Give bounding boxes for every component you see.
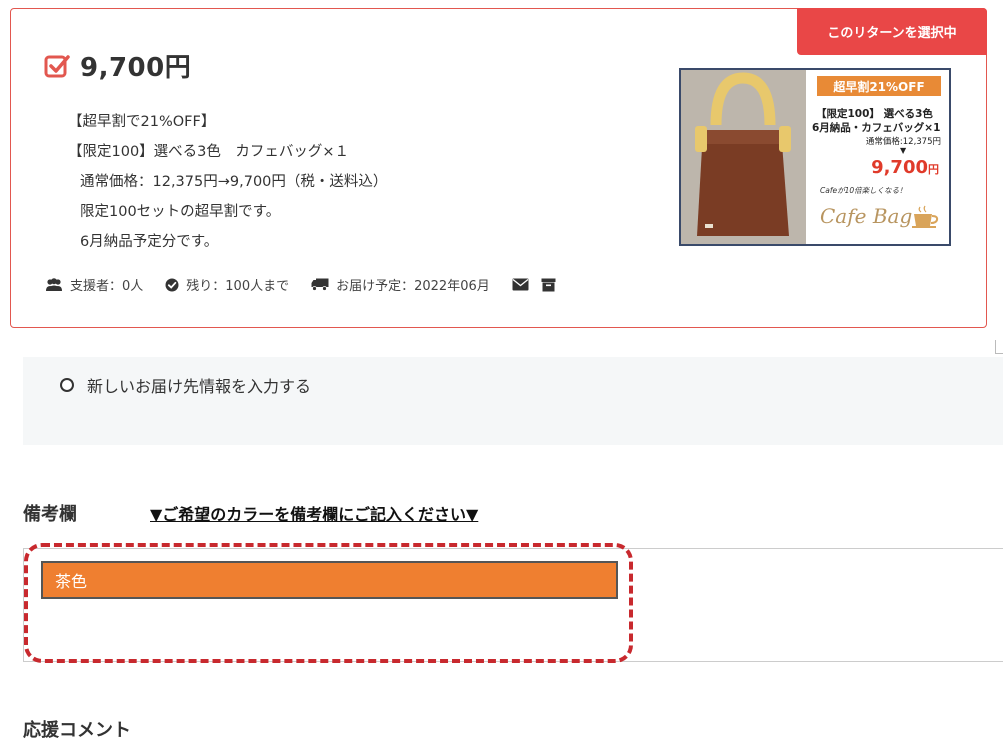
new-address-label: 新しいお届け先情報を入力する — [87, 377, 312, 396]
new-address-radio[interactable] — [60, 378, 74, 392]
image-price-value: 9,700 — [871, 157, 928, 178]
reward-price: 9,700円 — [80, 53, 192, 83]
delivery-date: お届け予定：2022年06月 — [311, 275, 490, 294]
image-price: 9,700円 — [871, 157, 939, 178]
desc-line-5: 6月納品予定分です。 — [80, 234, 219, 250]
coffee-cup-icon — [912, 205, 939, 228]
envelope-button[interactable] — [512, 278, 529, 291]
check-square-icon — [44, 54, 70, 77]
selected-reward-badge[interactable]: このリターンを選択中 — [797, 8, 987, 55]
reward-card[interactable]: このリターンを選択中 9,700円 【超早割で21%OFF】 【限定100】選べ… — [10, 8, 987, 328]
remarks-note: ▼ご希望のカラーを備考欄にご記入ください▼ — [150, 505, 479, 524]
truck-icon — [311, 278, 329, 291]
cafe-bag-illustration — [681, 70, 806, 244]
bag-photo — [681, 70, 806, 244]
desc-line-1: 【超早割で21%OFF】 — [68, 114, 216, 130]
price-row: 9,700円 — [44, 47, 191, 84]
reward-meta: 支援者：0人 残り：100人まで お届け予定：2022年06月 — [45, 275, 568, 294]
remaining-text: 残り：100人まで — [186, 279, 290, 294]
users-icon — [46, 277, 62, 291]
page: このリターンを選択中 9,700円 【超早割で21%OFF】 【限定100】選べ… — [0, 0, 1003, 743]
supporters-count: 支援者：0人 — [45, 275, 143, 294]
archive-icon — [541, 278, 556, 291]
image-tagline: Cafeが10倍楽しくなる！ — [820, 186, 907, 195]
image-arrow: ▼ — [900, 146, 907, 155]
image-price-unit: 円 — [928, 163, 939, 176]
check-circle-icon — [165, 278, 179, 291]
desc-line-4: 限定100セットの超早割です。 — [80, 204, 281, 220]
supporters-text: 支援者：0人 — [70, 279, 144, 294]
image-discount-badge: 超早割21%OFF — [817, 76, 941, 96]
delivery-text: お届け予定：2022年06月 — [336, 279, 490, 294]
delivery-address-section: 新しいお届け先情報を入力する — [23, 357, 1003, 445]
image-text-line1: 【限定100】 選べる3色 — [816, 108, 933, 120]
envelope-icon — [512, 278, 529, 291]
support-comment-label: 応援コメント — [23, 720, 131, 741]
product-image: 超早割21%OFF 【限定100】 選べる3色 6月納品・カフェバッグ×1 通常… — [679, 68, 951, 246]
product-info-panel: 超早割21%OFF 【限定100】 選べる3色 6月納品・カフェバッグ×1 通常… — [806, 70, 949, 244]
remaining-count: 残り：100人まで — [165, 275, 289, 294]
desc-line-3: 通常価格：12,375円→9,700円（税・送料込） — [80, 174, 388, 190]
image-text-line2: 6月納品・カフェバッグ×1 — [812, 122, 941, 134]
new-address-option[interactable]: 新しいお届け先情報を入力する — [60, 373, 311, 397]
image-logo: Cafe Bag — [820, 204, 913, 228]
archive-button[interactable] — [541, 278, 556, 292]
remarks-value[interactable]: 茶色 — [41, 561, 618, 599]
reward-description: 【超早割で21%OFF】 【限定100】選べる3色 カフェバッグ×１ 通常価格：… — [68, 107, 387, 257]
resize-corner — [995, 340, 1003, 354]
remarks-label: 備考欄 — [23, 504, 77, 525]
desc-line-2: 【限定100】選べる3色 カフェバッグ×１ — [68, 144, 350, 160]
